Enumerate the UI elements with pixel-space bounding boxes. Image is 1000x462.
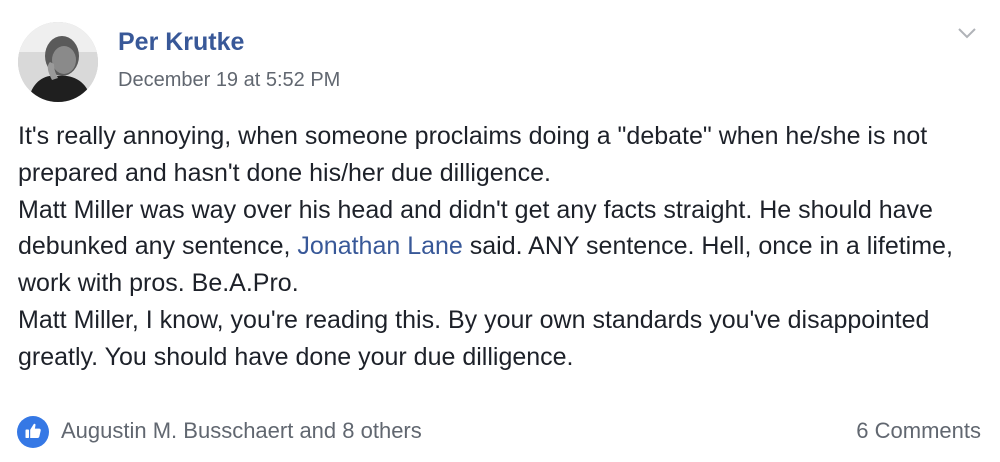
avatar-photo <box>18 22 98 102</box>
post-paragraph: Matt Miller, I know, you're reading this… <box>18 302 983 376</box>
author-name[interactable]: Per Krutke <box>118 28 244 57</box>
post-timestamp[interactable]: December 19 at 5:52 PM <box>118 69 340 92</box>
chevron-down-icon[interactable] <box>955 24 979 42</box>
avatar[interactable] <box>18 22 98 102</box>
like-icon[interactable] <box>17 416 49 448</box>
comments-count[interactable]: 6 Comments <box>856 418 981 444</box>
reactions-summary[interactable]: Augustin M. Busschaert and 8 others <box>61 418 422 444</box>
mention-link[interactable]: Jonathan Lane <box>297 232 462 260</box>
post-paragraph: It's really annoying, when someone procl… <box>18 118 983 192</box>
post-body: It's really annoying, when someone procl… <box>18 118 983 376</box>
post-text: It's really annoying, when someone procl… <box>18 122 928 187</box>
post-paragraph: Matt Miller was way over his head and di… <box>18 192 983 302</box>
post-text: Matt Miller, I know, you're reading this… <box>18 305 930 371</box>
